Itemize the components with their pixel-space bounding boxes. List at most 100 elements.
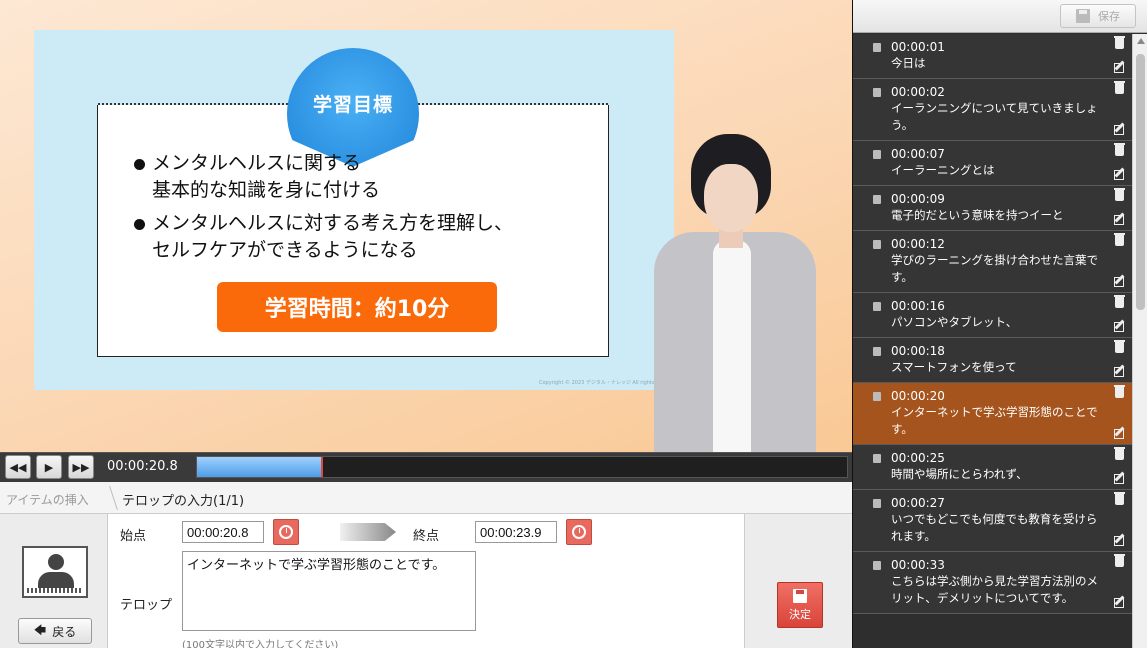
edit-icon[interactable] [1114,536,1124,546]
delete-icon[interactable] [1114,188,1125,201]
caption-item-text: 電子的だという意味を持つイーと [891,208,1064,222]
start-label: 始点 [120,529,147,544]
floppy-icon [793,588,807,603]
bullet-2-line-2: セルフケアができるようになる [152,239,418,261]
delete-icon[interactable] [1114,36,1125,49]
avatar-stripe [27,588,83,593]
edit-icon[interactable] [1114,429,1124,439]
editor-tabs: アイテムの挿入 テロップの入力(1/1) [0,482,852,514]
set-end-button[interactable] [566,519,592,545]
delete-icon[interactable] [1114,295,1125,308]
video-player[interactable]: 学習目標 メンタルヘルスに関する 基本的な知識を身に付ける メンタルヘルスに対す… [0,0,852,452]
rewind-button[interactable]: ◀◀ [5,455,31,479]
document-icon [873,240,881,249]
delete-icon[interactable] [1114,143,1125,156]
slide-bullet-2: メンタルヘルスに対する考え方を理解し、 セルフケアができるようになる [133,210,513,264]
edit-icon[interactable] [1114,215,1124,225]
document-icon [873,195,881,204]
caption-list-item[interactable]: 00:00:09 電子的だという意味を持つイーと [853,186,1132,231]
caption-list-item[interactable]: 00:00:18 スマートフォンを使って [853,338,1132,383]
caption-form: 始点 終点 テロップ インターネットで学ぶ学習形態のことです。 (100文字以内… [108,514,744,648]
delete-icon[interactable] [1114,447,1125,460]
caption-item-time: 00:00:12 [891,237,945,251]
caption-item-text: こちらは学ぶ側から見た学習方法別のメリット、デメリットについてです。 [891,574,1098,605]
caption-list-scrollbar[interactable] [1132,34,1147,648]
save-button[interactable]: 保存 [1060,4,1136,28]
decide-label: 決定 [789,607,811,621]
back-button[interactable]: 🡄 戻る [18,618,92,644]
start-time-input[interactable] [182,521,264,543]
delete-icon[interactable] [1114,385,1125,398]
caption-list-item[interactable]: 00:00:27 いつでもどこでも何度でも教育を受けられます。 [853,490,1132,552]
editor-right-column: 決定 [744,514,852,648]
tab-caption-input[interactable]: テロップの入力(1/1) [122,490,244,509]
caption-list-item[interactable]: 00:00:01 今日は [853,34,1132,79]
stopwatch-icon [279,525,293,539]
edit-icon[interactable] [1114,474,1124,484]
edit-icon[interactable] [1114,598,1124,608]
edit-icon[interactable] [1114,367,1124,377]
delete-icon[interactable] [1114,81,1125,94]
set-start-button[interactable] [273,519,299,545]
seek-bar[interactable] [196,456,848,478]
caption-item-time: 00:00:07 [891,147,945,161]
delete-icon[interactable] [1114,340,1125,353]
scroll-up-icon[interactable] [1137,38,1145,44]
bullet-1-line-1: メンタルヘルスに関する [152,152,362,174]
delete-icon[interactable] [1114,554,1125,567]
caption-item-text: いつでもどこでも何度でも教育を受けられます。 [891,512,1098,543]
edit-icon[interactable] [1114,170,1124,180]
edit-icon[interactable] [1114,63,1124,73]
fast-forward-icon: ▶▶ [72,460,90,474]
caption-textarea[interactable]: インターネットで学ぶ学習形態のことです。 [182,551,476,631]
document-icon [873,347,881,356]
caption-list: 00:00:01 今日は 00:00:02 イーランニングについて見ていきましょう。 0… [853,34,1132,648]
delete-icon[interactable] [1114,492,1125,505]
player-controls: ◀◀ ▶ ▶▶ 00:00:20.8 [0,452,852,482]
caption-list-item[interactable]: 00:00:16 パソコンやタブレット、 [853,293,1132,338]
end-time-input[interactable] [475,521,557,543]
scrollbar-thumb[interactable] [1136,54,1145,310]
tab-insert-item[interactable]: アイテムの挿入 [6,491,89,508]
presenter-figure [650,132,820,452]
caption-list-item[interactable]: 00:00:25 時間や場所にとらわれず、 [853,445,1132,490]
caption-list-item[interactable]: 00:00:07 イーラーニングとは [853,141,1132,186]
document-icon [873,150,881,159]
edit-icon[interactable] [1114,125,1124,135]
caption-label: テロップ [120,598,173,613]
seek-bar-playhead[interactable] [321,457,323,477]
bullet-1-line-2: 基本的な知識を身に付ける [152,179,381,201]
caption-list-item[interactable]: 00:00:02 イーランニングについて見ていきましょう。 [853,79,1132,141]
caption-item-text: 学びのラーニングを掛け合わせた言葉です。 [891,253,1098,284]
app-root: 学習目標 メンタルヘルスに関する 基本的な知識を身に付ける メンタルヘルスに対す… [0,0,1147,648]
caption-list-item[interactable]: 00:00:12 学びのラーニングを掛け合わせた言葉です。 [853,231,1132,293]
caption-item-time: 00:00:27 [891,496,945,510]
document-icon [873,302,881,311]
edit-icon[interactable] [1114,277,1124,287]
fast-forward-button[interactable]: ▶▶ [68,455,94,479]
back-label: 戻る [52,624,77,639]
save-label: 保存 [1098,10,1120,23]
caption-item-time: 00:00:18 [891,344,945,358]
delete-icon[interactable] [1114,233,1125,246]
sidebar-toolbar: 保存 [853,0,1147,33]
decide-button[interactable]: 決定 [777,582,823,628]
current-time: 00:00:20.8 [107,459,178,474]
document-icon [873,454,881,463]
caption-item-text: スマートフォンを使って [891,360,1017,374]
play-button[interactable]: ▶ [36,455,62,479]
caption-item-time: 00:00:20 [891,389,945,403]
document-icon [873,43,881,52]
back-arrow-icon: 🡄 [33,622,47,637]
study-time-box: 学習時間：約10分 [217,282,497,332]
floppy-icon [1076,9,1090,23]
presenter-avatar-icon [22,546,88,598]
end-label: 終点 [413,529,440,544]
edit-icon[interactable] [1114,322,1124,332]
caption-item-text: イーラーニングとは [891,163,995,177]
caption-list-item[interactable]: 00:00:20 インターネットで学ぶ学習形態のことです。 [853,383,1132,445]
caption-editor: アイテムの挿入 テロップの入力(1/1) 🡄 戻る 始点 終点 テロップ [0,482,852,648]
editor-left-column: 🡄 戻る [0,514,108,648]
document-icon [873,392,881,401]
caption-list-item[interactable]: 00:00:33 こちらは学ぶ側から見た学習方法別のメリット、デメリットについてで… [853,552,1132,614]
